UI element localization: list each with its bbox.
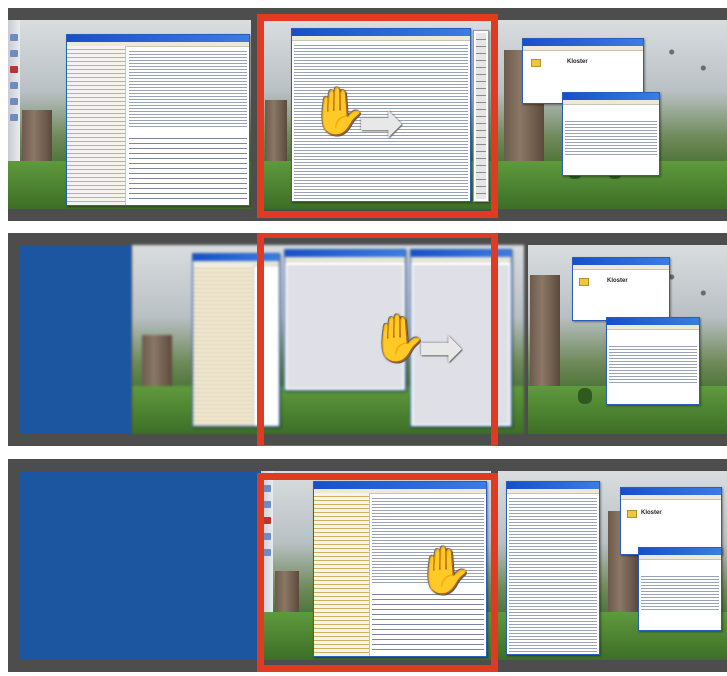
- window-titlebar[interactable]: [563, 93, 659, 100]
- folder-icon[interactable]: [627, 510, 637, 518]
- image-window[interactable]: Kloster: [572, 257, 670, 321]
- window-titlebar[interactable]: [523, 39, 643, 46]
- explorer-window[interactable]: [66, 34, 250, 206]
- explorer-window[interactable]: [606, 317, 700, 405]
- desktop-screen-right: Kloster: [528, 245, 727, 434]
- taskbar-icon[interactable]: [10, 98, 18, 105]
- arrow-right-icon: ➡: [418, 318, 464, 378]
- window-label: Kloster: [567, 59, 588, 65]
- window-titlebar[interactable]: [621, 488, 721, 495]
- window-menubar[interactable]: [507, 489, 599, 494]
- window-label: Kloster: [641, 510, 662, 516]
- window-menubar[interactable]: [621, 495, 721, 500]
- preview-pane: [128, 133, 247, 203]
- panorama-strip-step-2: Kloster ✋ ➡: [8, 233, 727, 446]
- folder-icon[interactable]: [579, 278, 589, 286]
- window-label: Kloster: [607, 278, 628, 284]
- window-menubar[interactable]: [573, 265, 669, 270]
- desktop-blue-area: [20, 471, 261, 660]
- taskbar-icon[interactable]: [10, 66, 18, 73]
- folder-icon[interactable]: [531, 59, 541, 67]
- explorer-window[interactable]: [638, 547, 722, 631]
- file-list[interactable]: [565, 119, 657, 155]
- panorama-strip-step-3: Kloster ✋: [8, 459, 727, 672]
- window-menubar[interactable]: [607, 325, 699, 330]
- panorama-strip-step-1: Kloster ✋ ➡: [8, 8, 727, 221]
- window-menubar[interactable]: [563, 100, 659, 105]
- hand-icon: ✋: [416, 544, 474, 596]
- file-list[interactable]: [509, 496, 597, 652]
- taskbar-icon[interactable]: [10, 82, 18, 89]
- desktop-screen-left: [8, 20, 251, 209]
- window-titlebar[interactable]: [507, 482, 599, 489]
- hedge: [578, 388, 592, 404]
- image-window[interactable]: Kloster: [620, 487, 722, 555]
- desktop-screen-right: Kloster: [498, 471, 727, 660]
- window-menubar[interactable]: [639, 555, 721, 560]
- explorer-window[interactable]: [562, 92, 660, 176]
- file-list[interactable]: [609, 344, 697, 384]
- taskbar-icon[interactable]: [10, 50, 18, 57]
- folder-tree[interactable]: [67, 46, 127, 205]
- arrow-right-icon: ➡: [358, 93, 404, 153]
- file-list[interactable]: [128, 49, 247, 129]
- folder-tree[interactable]: [193, 265, 255, 426]
- file-list[interactable]: [641, 574, 719, 610]
- file-list-window[interactable]: [506, 481, 600, 655]
- desktop-blue-area: [20, 245, 132, 434]
- window-titlebar[interactable]: [67, 35, 249, 42]
- window-titlebar[interactable]: [639, 548, 721, 555]
- window-menubar[interactable]: [523, 46, 643, 51]
- taskbar-icon[interactable]: [10, 114, 18, 121]
- tree-branches: [648, 20, 727, 100]
- window-titlebar[interactable]: [573, 258, 669, 265]
- window-titlebar[interactable]: [607, 318, 699, 325]
- desktop-screen-right: Kloster: [498, 20, 727, 209]
- taskbar-icon[interactable]: [10, 34, 18, 41]
